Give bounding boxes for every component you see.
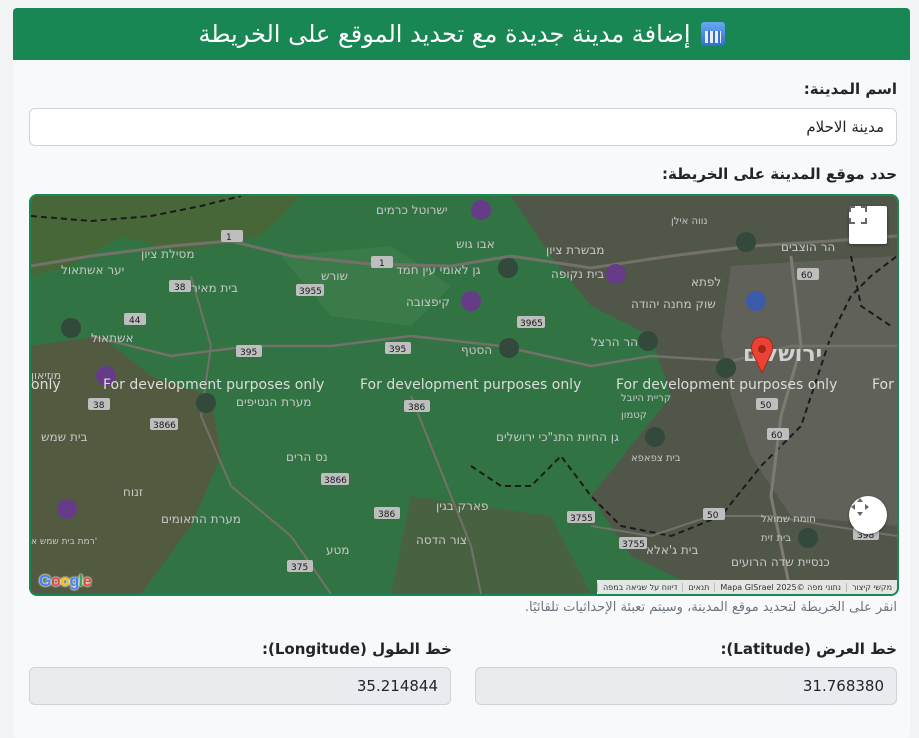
location-map[interactable]: 1 1 38 44 3955 3965 395 395 38 386 3866 … (29, 194, 899, 596)
map-data-credit: נתוני מפה ©2025 Mapa GISrael (714, 582, 846, 592)
svg-text:For development purposes only: For development purposes only (103, 377, 324, 393)
page-title: إضافة مدينة جديدة مع تحديد الموقع على ال… (198, 20, 691, 48)
map-section-label: حدد موقع المدينة على الخريطة: (662, 165, 897, 183)
cityscape-icon (700, 22, 725, 46)
report-error-link[interactable]: דיווח על שגיאה במפה (596, 582, 683, 592)
city-name-value: مدينة الاحلام (806, 118, 884, 136)
google-logo: Google (39, 573, 92, 590)
page-header: إضافة مدينة جديدة مع تحديد الموقع على ال… (13, 8, 910, 60)
latitude-input[interactable]: 31.768380 (475, 667, 897, 705)
svg-text:For development purposes only: For development purposes only (360, 377, 581, 393)
fullscreen-button[interactable] (849, 206, 887, 244)
latitude-value: 31.768380 (802, 677, 884, 695)
svg-text:For: For (872, 377, 894, 393)
svg-text:For development purposes only: For development purposes only (616, 377, 837, 393)
longitude-input[interactable]: 35.214844 (29, 667, 451, 705)
terms-link[interactable]: תנאים (682, 582, 714, 592)
map-hint: انقر على الخريطة لتحديد موقع المدينة، وس… (524, 600, 897, 615)
camera-control-button[interactable] (849, 496, 887, 534)
map-canvas[interactable]: 1 1 38 44 3955 3965 395 395 38 386 3866 … (31, 196, 897, 594)
dev-watermark: only For development purposes only For d… (31, 377, 894, 393)
latitude-label: خط العرض (Latitude): (720, 640, 897, 658)
camera-control-icon (851, 498, 869, 516)
longitude-value: 35.214844 (356, 677, 438, 695)
fullscreen-icon (849, 206, 867, 224)
add-city-card: إضافة مدينة جديدة مع تحديد الموقع على ال… (13, 8, 910, 738)
longitude-label: خط الطول (Longitude): (261, 640, 452, 658)
dev-overlay (31, 196, 897, 594)
city-name-label: اسم المدينة: (803, 80, 897, 98)
svg-text:only: only (31, 377, 61, 393)
map-attribution: מקשי קיצור נתוני מפה ©2025 Mapa GISrael … (596, 580, 897, 594)
keyboard-shortcuts-link[interactable]: מקשי קיצור (845, 582, 897, 592)
city-name-input[interactable]: مدينة الاحلام (29, 108, 897, 146)
